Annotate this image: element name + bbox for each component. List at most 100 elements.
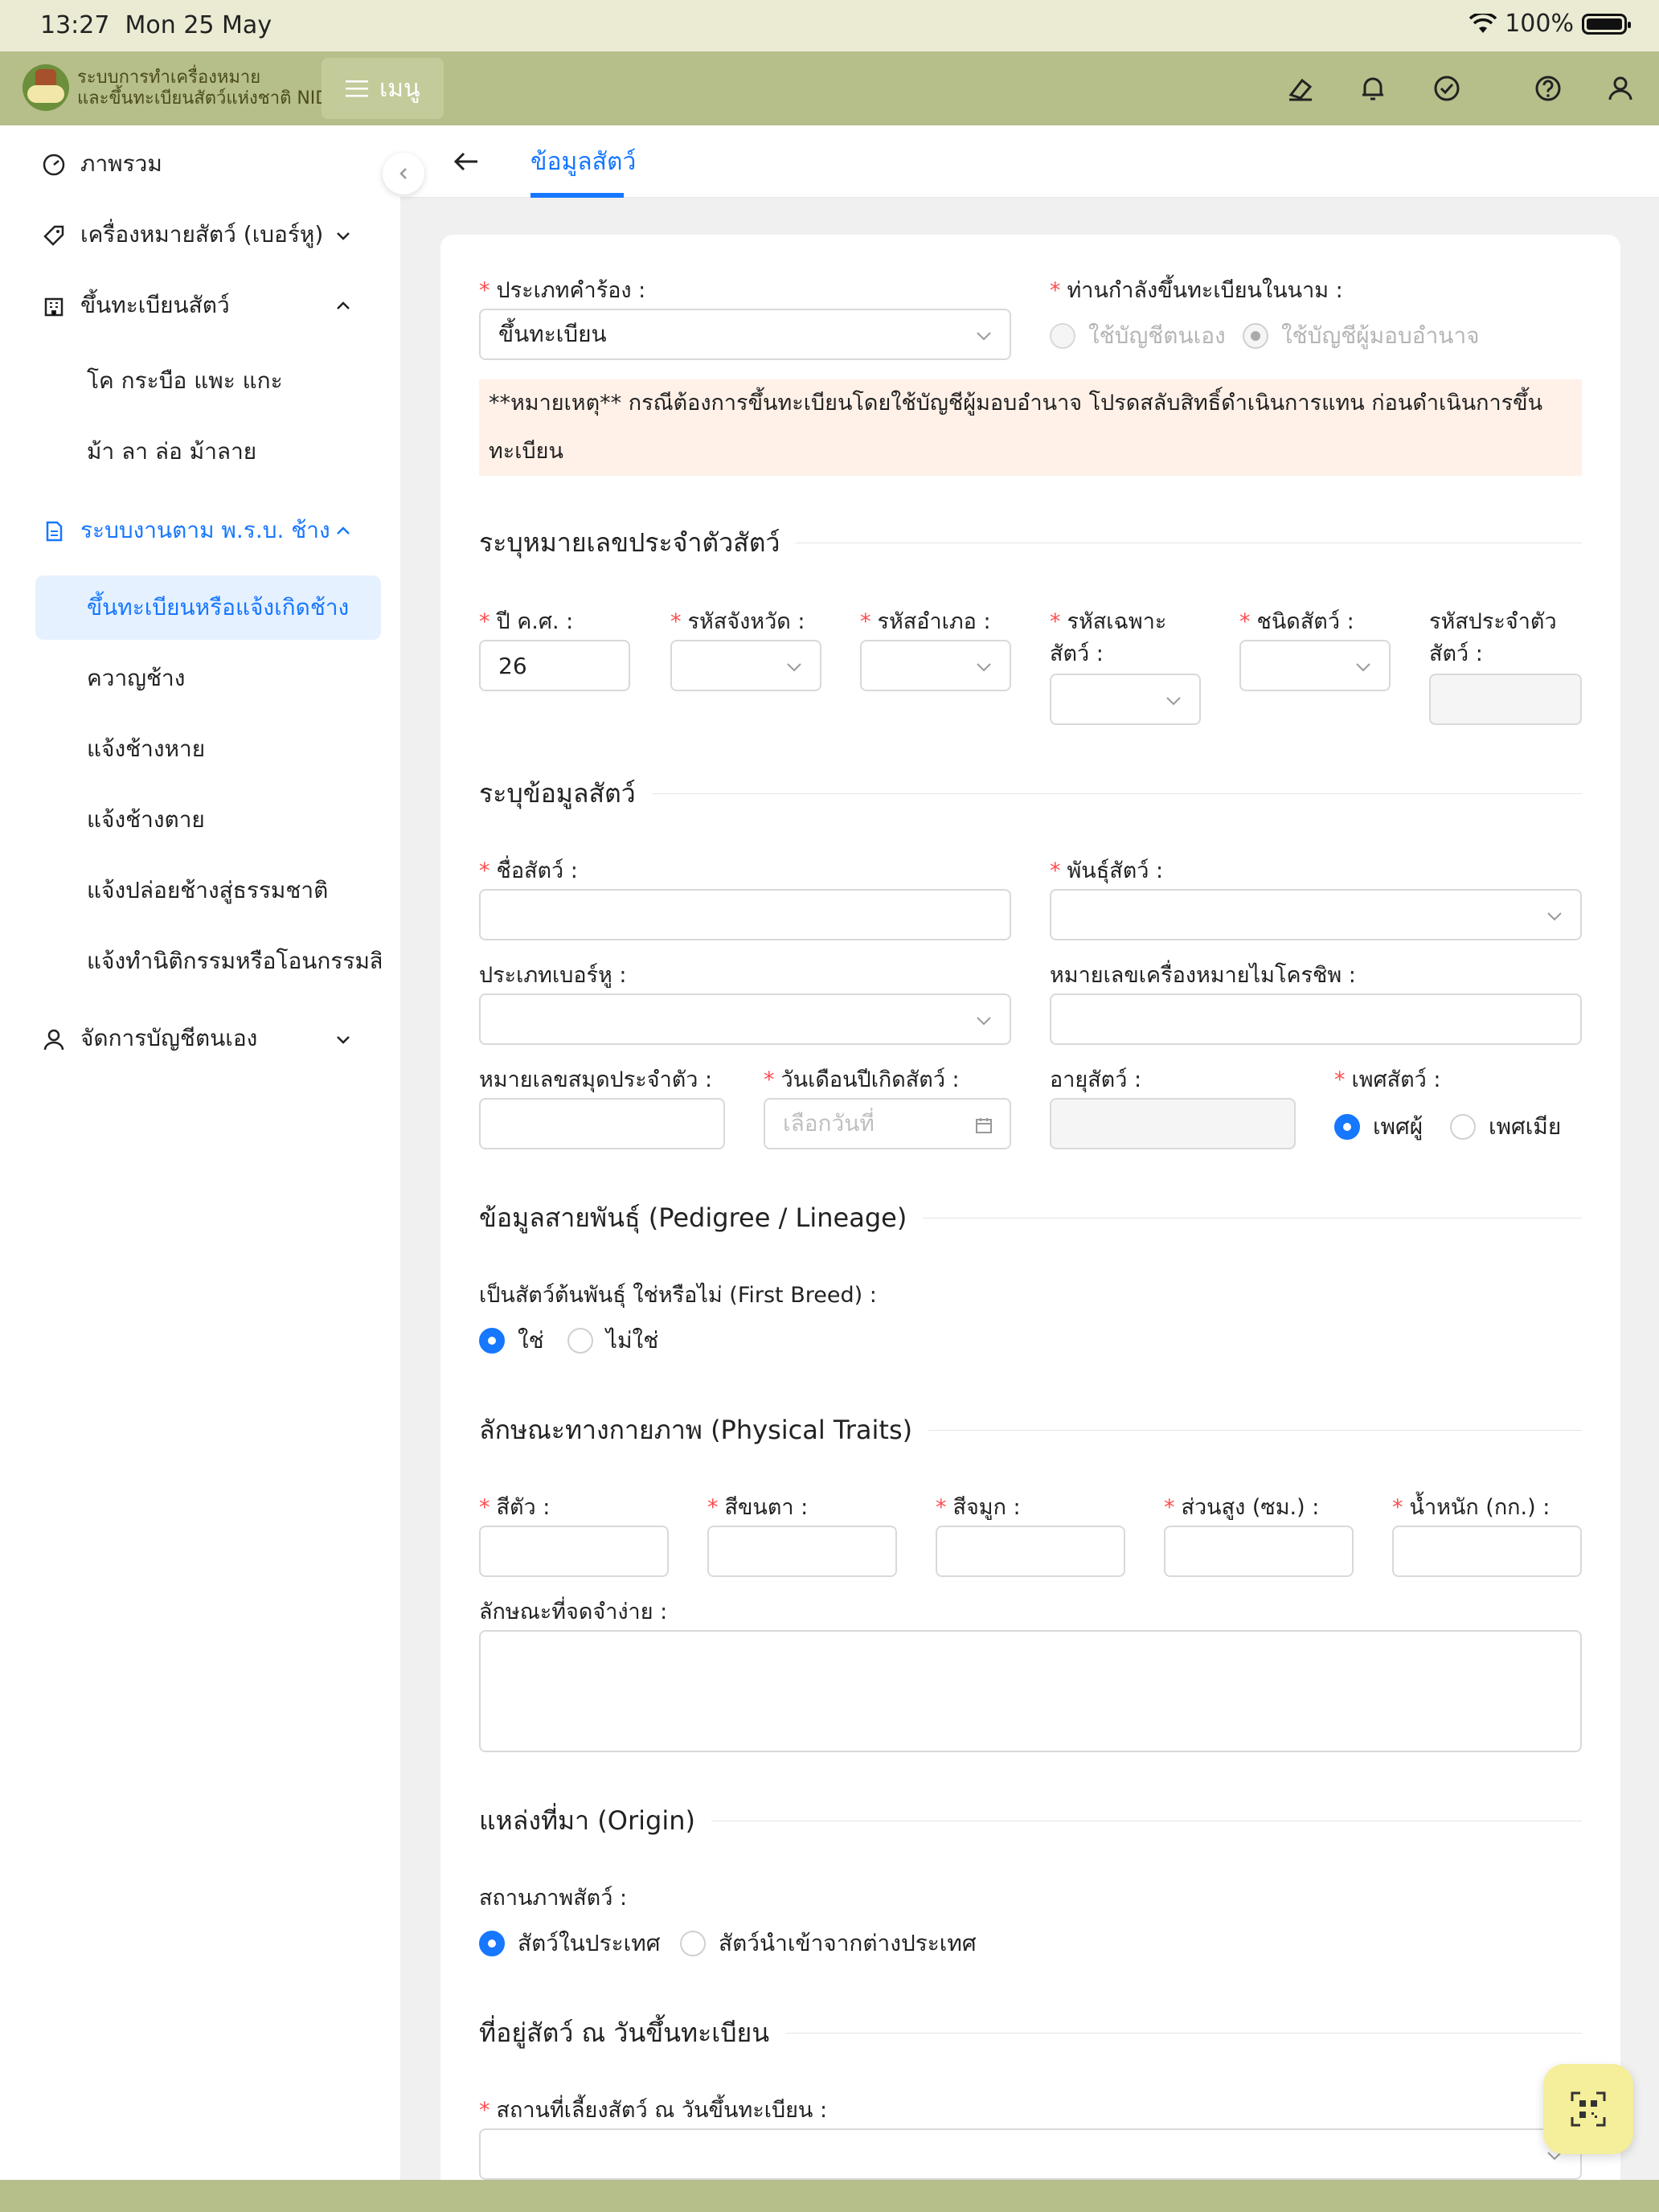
book-number-label: หมายเลขสมุดประจำตัว : [479, 1067, 713, 1092]
sidebar-item-elephant[interactable]: ระบบงานตาม พ.ร.บ. ช้าง [0, 498, 400, 563]
first-breed-label: เป็นสัตว์ต้นพันธุ์ ใช่หรือไม่ (First Bre… [479, 1283, 877, 1308]
sidebar-item-register[interactable]: ขึ้นทะเบียนสัตว์ [0, 273, 400, 338]
radio-delegate-account[interactable]: ใช้บัญชีผู้มอบอำนาจ [1243, 318, 1480, 354]
weight-input[interactable] [1392, 1526, 1582, 1577]
sidebar-collapse-button[interactable] [383, 153, 424, 195]
sidebar-item-overview[interactable]: ภาพรวม [0, 132, 400, 196]
sex-label: * เพศสัตว์ : [1334, 1067, 1441, 1092]
specific-code-select[interactable] [1050, 674, 1201, 725]
microchip-input[interactable] [1050, 993, 1582, 1045]
nid-logo[interactable] [23, 64, 69, 111]
chevron-down-icon [977, 1017, 991, 1026]
app-header: ระบบการทำเครื่องหมาย และขึ้นทะเบียนสัตว์… [0, 51, 1659, 125]
radio-own-account[interactable]: ใช้บัญชีตนเอง [1050, 318, 1226, 354]
sidebar-subitem-lost[interactable]: แจ้งช้างหาย [35, 717, 381, 781]
eye-color-input[interactable] [707, 1526, 897, 1577]
dob-label: * วันเดือนปีเกิดสัตว์ : [764, 1067, 960, 1092]
battery-percent: 100% [1505, 10, 1574, 38]
marks-textarea[interactable] [479, 1630, 1582, 1752]
place-label: * สถานที่เลี้ยงสัตว์ ณ วันขึ้นทะเบียน : [479, 2098, 828, 2123]
animal-name-label: * ชื่อสัตว์ : [479, 858, 578, 883]
district-code-select[interactable] [860, 640, 1011, 691]
dashboard-icon [43, 154, 65, 176]
sidebar: ภาพรวม เครื่องหมายสัตว์ (เบอร์หู) ขึ้นทะ… [0, 125, 400, 2180]
sidebar-subitem-elephant-register[interactable]: ขึ้นทะเบียนหรือแจ้งเกิดช้าง [35, 576, 381, 640]
sidebar-item-account[interactable]: จัดการบัญชีตนเอง [0, 1006, 400, 1071]
wifi-icon [1469, 13, 1497, 33]
sidebar-subitem-horse[interactable]: ม้า ลา ล่อ ม้าลาย [35, 420, 381, 484]
book-number-input[interactable] [479, 1098, 725, 1149]
sidebar-subitem-dead[interactable]: แจ้งช้างตาย [35, 788, 381, 852]
animal-id-label: รหัสประจำตัว สัตว์ : [1429, 609, 1557, 666]
district-code-label: * รหัสอำเภอ : [860, 609, 991, 634]
check-circle-icon[interactable] [1431, 72, 1463, 104]
radio-domestic[interactable]: สัตว์ในประเทศ [479, 1926, 660, 1961]
radio-imported[interactable]: สัตว์นำเข้าจากต่างประเทศ [680, 1926, 977, 1961]
chevron-down-icon [1547, 912, 1562, 921]
chevron-up-icon [337, 301, 350, 309]
chevron-down-icon [977, 663, 991, 672]
app-title: ระบบการทำเครื่องหมาย และขึ้นทะเบียนสัตว์… [77, 68, 330, 109]
radio-male[interactable]: เพศผู้ [1334, 1109, 1423, 1145]
status-time: 13:27 Mon 25 May [40, 11, 272, 39]
menu-button[interactable]: เมนู [322, 58, 444, 119]
animal-name-input[interactable] [479, 889, 1011, 940]
section-address: ที่อยู่สัตว์ ณ วันขึ้นทะเบียน [479, 2013, 1582, 2054]
sidebar-subitem-release[interactable]: แจ้งปล่อยช้างสู่ธรรมชาติ [35, 858, 381, 923]
help-icon[interactable] [1532, 72, 1564, 104]
tag-icon [43, 225, 64, 246]
request-type-select[interactable]: ขึ้นทะเบียน [479, 309, 1011, 360]
section-physical-traits: ลักษณะทางกายภาพ (Physical Traits) [479, 1410, 1582, 1451]
tab-animal-info[interactable]: ข้อมูลสัตว์ [530, 143, 636, 181]
dob-date-picker[interactable]: เลือกวันที่ [764, 1098, 1011, 1149]
sidebar-subitem-cattle[interactable]: โค กระบือ แพะ แกะ [35, 349, 381, 413]
radio-first-breed-no[interactable]: ไม่ใช่ [567, 1323, 658, 1358]
chevron-left-icon [399, 168, 407, 179]
marks-label: ลักษณะที่จดจำง่าย : [479, 1600, 668, 1624]
breed-select[interactable] [1050, 889, 1582, 940]
register-in-name-label: * ท่านกำลังขึ้นทะเบียนในนาม : [1050, 278, 1343, 303]
chevron-up-icon [337, 526, 350, 535]
chevron-down-icon [787, 663, 801, 672]
sidebar-subitem-transfer[interactable]: แจ้งทำนิติกรรมหรือโอนกรรมสิทธิ์ [35, 929, 381, 993]
chevron-down-icon [337, 1036, 350, 1044]
ear-tag-type-select[interactable] [479, 993, 1011, 1045]
radio-first-breed-yes[interactable]: ใช่ [479, 1323, 544, 1358]
tab-underline [530, 193, 624, 198]
user-icon[interactable] [1604, 72, 1636, 104]
place-select[interactable] [479, 2128, 1582, 2180]
eraser-icon[interactable] [1284, 72, 1317, 104]
nose-color-input[interactable] [936, 1526, 1125, 1577]
animal-id-input [1429, 674, 1582, 725]
bell-icon[interactable] [1357, 72, 1389, 104]
year-input[interactable]: 26 [479, 640, 630, 691]
specific-code-label: * รหัสเฉพาะ สัตว์ : [1050, 609, 1167, 666]
back-arrow-icon[interactable] [452, 150, 481, 174]
note-banner: **หมายเหตุ** กรณีต้องการขึ้นทะเบียนโดยใช… [479, 379, 1582, 476]
weight-label: * น้ำหนัก (กก.) : [1392, 1495, 1550, 1520]
sidebar-subitem-mahout[interactable]: ควาญช้าง [35, 646, 381, 711]
chevron-down-icon [1356, 663, 1370, 672]
section-animal-info: ระบุข้อมูลสัตว์ [479, 773, 1582, 814]
chevron-down-icon [1166, 697, 1181, 706]
ear-tag-type-label: ประเภทเบอร์หู : [479, 963, 627, 988]
scan-qr-button[interactable] [1543, 2064, 1633, 2154]
body-color-input[interactable] [479, 1526, 669, 1577]
animal-status-label: สถานภาพสัตว์ : [479, 1886, 628, 1911]
building-icon [44, 297, 63, 317]
year-label: * ปี ค.ศ. : [479, 609, 574, 634]
age-label: อายุสัตว์ : [1050, 1067, 1142, 1092]
sidebar-item-tags[interactable]: เครื่องหมายสัตว์ (เบอร์หู) [0, 203, 400, 267]
qr-scan-icon [1571, 2091, 1606, 2127]
request-type-label: * ประเภทคำร้อง : [479, 278, 646, 303]
radio-female[interactable]: เพศเมีย [1450, 1109, 1561, 1145]
height-input[interactable] [1164, 1526, 1354, 1577]
eye-color-label: * สีขนตา : [707, 1495, 809, 1520]
microchip-label: หมายเลขเครื่องหมายไมโครชิพ : [1050, 963, 1356, 988]
species-label: * ชนิดสัตว์ : [1239, 609, 1354, 634]
province-code-select[interactable] [670, 640, 821, 691]
section-pedigree: ข้อมูลสายพันธุ์ (Pedigree / Lineage) [479, 1198, 1582, 1239]
calendar-icon [976, 1118, 992, 1133]
section-animal-id: ระบุหมายเลขประจำตัวสัตว์ [479, 522, 1582, 563]
species-select[interactable] [1239, 640, 1391, 691]
